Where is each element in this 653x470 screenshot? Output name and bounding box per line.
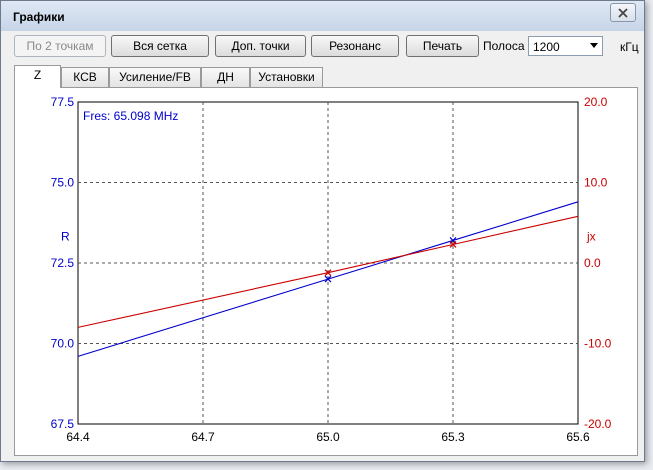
y-left-tick-label: 77.5: [51, 95, 75, 109]
two-points-button[interactable]: По 2 точкам: [14, 35, 106, 57]
y-axis-label-left: R: [61, 229, 70, 243]
chevron-down-icon: [590, 43, 598, 48]
x-tick-label: 65.0: [316, 430, 340, 444]
tab-settings[interactable]: Установки: [250, 67, 323, 87]
y-left-tick-label: 70.0: [51, 337, 75, 351]
charts-window: Графики По 2 точкам Вся сетка Доп. точки…: [0, 0, 645, 462]
x-tick-label: 64.4: [66, 430, 90, 444]
impedance-chart: 64.4 64.7 65.0 65.3 65.6 77.5 75.0 72.5 70.0 67.5…: [51, 95, 612, 444]
resonance-button[interactable]: Резонанс: [311, 35, 399, 57]
full-grid-button[interactable]: Вся сетка: [111, 35, 209, 57]
resonance-annotation: Fres: 65.098 MHz: [83, 109, 178, 123]
tab-pattern[interactable]: ДН: [201, 67, 250, 87]
tab-panel-z: 64.4 64.7 65.0 65.3 65.6 77.5 75.0 72.5 70.0 67.5…: [14, 87, 638, 456]
tab-swr[interactable]: КСВ: [61, 67, 109, 87]
y-right-tick-label: -20.0: [584, 417, 612, 431]
extra-points-button[interactable]: Доп. точки: [215, 35, 306, 57]
close-icon: [618, 7, 628, 18]
window-title: Графики: [13, 10, 65, 24]
y-right-tick-label: -10.0: [584, 337, 612, 351]
band-select[interactable]: 1200: [528, 36, 603, 56]
toolbar: По 2 точкам Вся сетка Доп. точки Резонан…: [11, 35, 641, 59]
y-right-tick-label: 20.0: [584, 95, 608, 109]
x-tick-label: 65.6: [566, 430, 590, 444]
y-left-tick-label: 75.0: [51, 176, 75, 190]
y-axis-label-right: jx: [586, 229, 596, 243]
title-bar[interactable]: Графики: [1, 1, 644, 31]
y-left-tick-label: 72.5: [51, 256, 75, 270]
x-tick-label: 64.7: [191, 430, 215, 444]
tab-z[interactable]: Z: [14, 65, 61, 88]
y-right-tick-label: 0.0: [584, 256, 601, 270]
tab-gain-fb[interactable]: Усиление/FB: [109, 67, 201, 87]
band-label: Полоса: [483, 39, 525, 53]
x-tick-label: 65.3: [441, 430, 465, 444]
band-unit-label: кГц: [620, 40, 639, 54]
y-left-tick-label: 67.5: [51, 417, 75, 431]
print-button[interactable]: Печать: [406, 35, 479, 57]
y-right-tick-label: 10.0: [584, 176, 608, 190]
band-select-value: 1200: [533, 40, 560, 54]
close-button[interactable]: [610, 3, 636, 22]
